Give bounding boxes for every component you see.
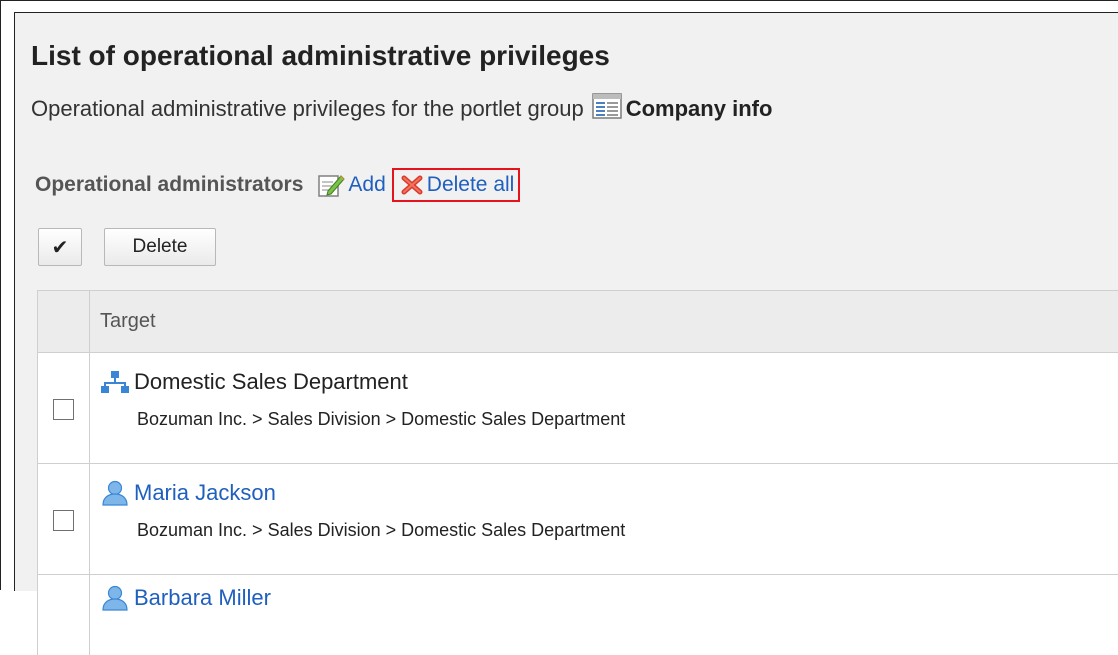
delete-button[interactable]: Delete — [104, 228, 216, 266]
row-check-cell — [38, 353, 90, 463]
user-icon — [102, 480, 128, 506]
target-cell: Maria Jackson Bozuman Inc. > Sales Divis… — [90, 464, 1118, 574]
entry-name: Barbara Miller — [100, 585, 1118, 611]
add-edit-icon — [318, 175, 346, 197]
row-check-cell — [38, 575, 90, 655]
user-icon — [102, 585, 128, 611]
organization-icon — [101, 371, 129, 393]
delete-all-link-label[interactable]: Delete all — [427, 173, 515, 197]
user-name-link[interactable]: Barbara Miller — [134, 585, 271, 611]
user-path: Bozuman Inc. > Sales Division > Domestic… — [137, 520, 626, 540]
target-cell: Barbara Miller — [90, 575, 1118, 655]
page-description: Operational administrative privileges fo… — [31, 93, 772, 125]
delete-all-link[interactable]: Delete all — [391, 168, 521, 202]
add-link-label[interactable]: Add — [348, 173, 385, 197]
portlet-group-icon — [591, 93, 622, 125]
delete-x-icon — [401, 175, 423, 195]
row-checkbox[interactable] — [53, 398, 74, 420]
header-check-cell — [38, 291, 90, 352]
check-all-button[interactable]: ✔ — [38, 228, 82, 266]
table-header-row: Target — [38, 291, 1118, 353]
table-row: Maria Jackson Bozuman Inc. > Sales Divis… — [38, 464, 1118, 575]
section-label: Operational administrators — [35, 173, 304, 196]
organization-path: Bozuman Inc. > Sales Division > Domestic… — [137, 409, 626, 429]
target-cell: Domestic Sales Department Bozuman Inc. >… — [90, 353, 1118, 463]
page-title: List of operational administrative privi… — [31, 40, 610, 71]
table-row: Domestic Sales Department Bozuman Inc. >… — [38, 353, 1118, 464]
portlet-group-name: Company info — [625, 96, 773, 121]
row-checkbox[interactable] — [53, 509, 74, 531]
user-name-link[interactable]: Maria Jackson — [134, 480, 276, 506]
operational-administrators-section: Operational administrators Add Delete al… — [35, 168, 521, 202]
entry-name: Domestic Sales Department — [100, 369, 1118, 395]
administrators-table: Target Domestic Sales Department Bozuman… — [37, 290, 1118, 655]
table-row: Barbara Miller — [38, 575, 1118, 655]
add-link[interactable]: Add — [317, 172, 386, 198]
row-check-cell — [38, 464, 90, 574]
description-text: Operational administrative privileges fo… — [31, 96, 584, 121]
column-header-target: Target — [100, 310, 156, 332]
organization-name: Domestic Sales Department — [134, 369, 408, 394]
entry-name: Maria Jackson — [100, 480, 1118, 506]
